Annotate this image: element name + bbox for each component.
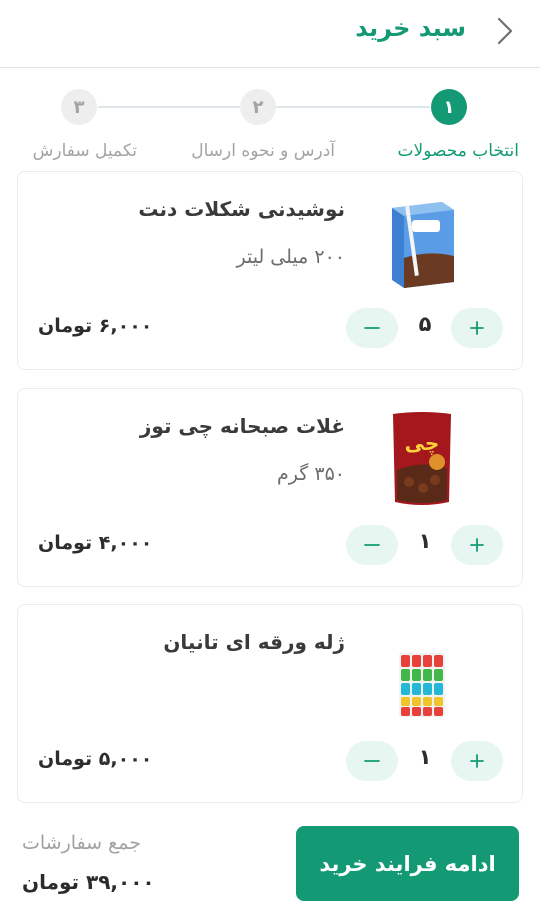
increase-quantity-button[interactable] <box>451 525 503 565</box>
plus-icon <box>470 538 484 552</box>
minus-icon <box>364 760 380 762</box>
product-image <box>377 635 467 735</box>
back-button[interactable] <box>492 16 518 46</box>
step-1-label: انتخاب محصولات <box>397 141 519 161</box>
decrease-quantity-button[interactable] <box>346 308 398 348</box>
product-price: ۶,۰۰۰ تومان <box>38 315 153 337</box>
step-2-label: آدرس و نحوه ارسال <box>191 141 335 161</box>
product-name: غلات صبحانه چی توز <box>139 414 345 438</box>
minus-icon <box>364 327 380 329</box>
decrease-quantity-button[interactable] <box>346 741 398 781</box>
step-1-indicator[interactable]: ۱ <box>431 89 467 125</box>
step-connector <box>276 106 430 108</box>
order-total-label: جمع سفارشات <box>22 832 141 854</box>
product-size: ۲۰۰ میلی لیتر <box>236 246 345 268</box>
product-size: ۳۵۰ گرم <box>277 463 345 485</box>
increase-quantity-button[interactable] <box>451 308 503 348</box>
increase-quantity-button[interactable] <box>451 741 503 781</box>
quantity-value: ۱ <box>418 529 432 553</box>
product-image: چی <box>377 409 467 509</box>
step-3-indicator[interactable]: ۳ <box>61 89 97 125</box>
chevron-right-icon <box>497 17 513 45</box>
app-header: سبد خرید <box>0 0 540 68</box>
step-connector <box>98 106 240 108</box>
svg-text:چی: چی <box>405 431 440 456</box>
step-2-indicator[interactable]: ۲ <box>240 89 276 125</box>
cart-item: چی غلات صبحانه چی توز ۳۵۰ گرم ۱ ۴,۰۰۰ تو… <box>17 388 523 587</box>
product-name: ژله ورقه ای تانیان <box>163 630 345 654</box>
cart-item: نوشیدنی شکلات دنت ۲۰۰ میلی لیتر ۵ ۶,۰۰۰ … <box>17 171 523 370</box>
checkout-stepper: ۱ ۲ ۳ انتخاب محصولات آدرس و نحوه ارسال ت… <box>0 68 540 168</box>
page-title: سبد خرید <box>355 14 466 42</box>
product-price: ۵,۰۰۰ تومان <box>38 748 153 770</box>
product-price: ۴,۰۰۰ تومان <box>38 532 153 554</box>
step-3-label: تکمیل سفارش <box>32 141 137 161</box>
product-name: نوشیدنی شکلات دنت <box>138 197 345 221</box>
order-total-value: ۳۹,۰۰۰ تومان <box>22 870 155 894</box>
plus-icon <box>470 321 484 335</box>
quantity-value: ۱ <box>418 745 432 769</box>
plus-icon <box>470 754 484 768</box>
checkout-footer: جمع سفارشات ۳۹,۰۰۰ تومان ادامه فرایند خر… <box>0 812 540 922</box>
continue-checkout-button[interactable]: ادامه فرایند خرید <box>296 826 519 901</box>
cart-item: ژله ورقه ای تانیان ۱ ۵,۰۰۰ تومان <box>17 604 523 803</box>
quantity-value: ۵ <box>418 312 432 336</box>
minus-icon <box>364 544 380 546</box>
product-image <box>377 192 467 292</box>
decrease-quantity-button[interactable] <box>346 525 398 565</box>
